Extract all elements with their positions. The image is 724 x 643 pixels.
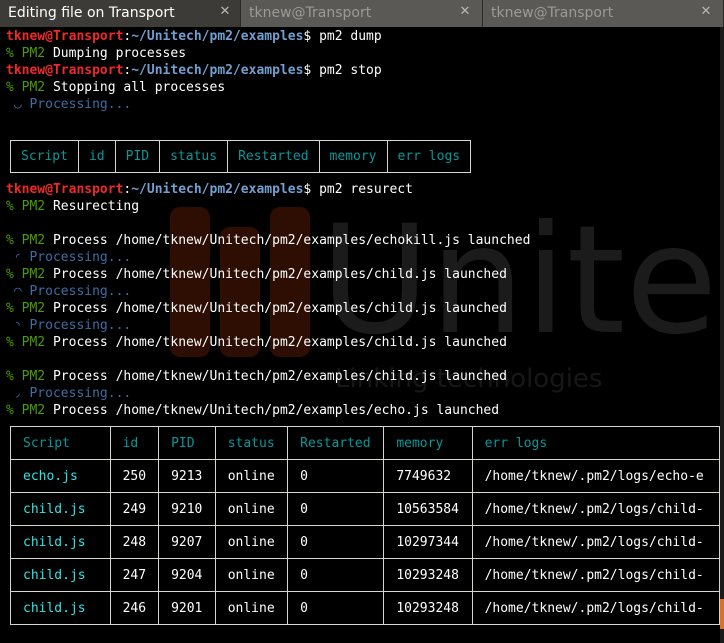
- status-cell: online: [214, 525, 289, 559]
- table-header-cell: id: [109, 426, 160, 460]
- table-header-cell: status: [214, 426, 289, 460]
- table-row: child.js 247 9204 online 0 10293248 /hom…: [10, 558, 720, 592]
- processing-line: ◡ Processing...: [6, 97, 132, 112]
- script-cell: child.js: [10, 525, 111, 559]
- id-cell: 246: [109, 591, 160, 625]
- tab-editing-file[interactable]: Editing file on Transport ✕: [0, 0, 241, 27]
- memory-cell: 10293248: [383, 558, 473, 592]
- tab-title: tknew@Transport: [249, 5, 372, 21]
- terminal-output[interactable]: Unite Linking technologies tknew@Transpo…: [0, 27, 720, 643]
- restarted-cell: 0: [287, 591, 385, 625]
- table-header-cell: status: [159, 140, 229, 173]
- err-logs-cell: /home/tknew/.pm2/logs/child-: [471, 591, 720, 625]
- tab-terminal-2[interactable]: tknew@Transport ✕: [483, 0, 724, 27]
- table-row: echo.js 250 9213 online 0 7749632 /home/…: [10, 459, 720, 493]
- processing-line: ◠ Processing...: [6, 284, 132, 299]
- status-cell: online: [214, 558, 289, 592]
- table-header-cell: Script: [10, 426, 111, 460]
- table-header-cell: memory: [318, 140, 388, 173]
- table-row: child.js 249 9210 online 0 10563584 /hom…: [10, 492, 720, 526]
- restarted-cell: 0: [287, 558, 385, 592]
- status-cell: online: [214, 459, 289, 493]
- restarted-cell: 0: [287, 525, 385, 559]
- table-header-cell: err logs: [471, 426, 720, 460]
- table-header-cell: memory: [383, 426, 473, 460]
- tab-terminal-1[interactable]: tknew@Transport ✕: [241, 0, 483, 27]
- err-logs-cell: /home/tknew/.pm2/logs/child-: [471, 492, 720, 526]
- output-line: % PM2 Process /home/tknew/Unitech/pm2/ex…: [6, 369, 507, 384]
- output-line: % PM2 Process /home/tknew/Unitech/pm2/ex…: [6, 335, 507, 350]
- close-icon[interactable]: ✕: [217, 4, 233, 20]
- prompt-line: tknew@Transport:~/Unitech/pm2/examples$ …: [6, 29, 382, 44]
- output-line: % PM2 Dumping processes: [6, 46, 187, 61]
- processing-line: ◝ Processing...: [6, 318, 132, 333]
- pid-cell: 9204: [158, 558, 216, 592]
- memory-cell: 7749632: [383, 459, 473, 493]
- script-cell: child.js: [10, 591, 111, 625]
- id-cell: 249: [109, 492, 160, 526]
- terminal-scrollbar[interactable]: [720, 27, 724, 643]
- close-icon[interactable]: ✕: [698, 4, 714, 20]
- err-logs-cell: /home/tknew/.pm2/logs/echo-e: [471, 459, 720, 493]
- table-row: child.js 246 9201 online 0 10293248 /hom…: [10, 591, 720, 625]
- processing-line: ◞ Processing...: [6, 386, 132, 401]
- prompt-line: tknew@Transport:~/Unitech/pm2/examples$ …: [6, 182, 413, 197]
- table-header-cell: id: [77, 140, 116, 173]
- processing-line: ◜ Processing...: [6, 250, 132, 265]
- tab-title: tknew@Transport: [491, 5, 614, 21]
- process-table: Script id PID status Restarted memory er…: [10, 426, 720, 625]
- output-line: % PM2 Process /home/tknew/Unitech/pm2/ex…: [6, 403, 500, 418]
- memory-cell: 10563584: [383, 492, 473, 526]
- pid-cell: 9213: [158, 459, 216, 493]
- restarted-cell: 0: [287, 459, 385, 493]
- id-cell: 250: [109, 459, 160, 493]
- output-line: % PM2 Process /home/tknew/Unitech/pm2/ex…: [6, 301, 507, 316]
- id-cell: 247: [109, 558, 160, 592]
- prompt-line: tknew@Transport:~/Unitech/pm2/examples$ …: [6, 63, 382, 78]
- table-header-cell: err logs: [386, 140, 472, 173]
- scrollbar-thumb[interactable]: [720, 599, 724, 629]
- script-cell: echo.js: [10, 459, 111, 493]
- script-cell: child.js: [10, 492, 111, 526]
- id-cell: 248: [109, 525, 160, 559]
- output-line: % PM2 Resurecting: [6, 199, 140, 214]
- process-table-empty: Script id PID status Restarted memory er…: [10, 140, 472, 173]
- table-header-cell: PID: [114, 140, 161, 173]
- pid-cell: 9210: [158, 492, 216, 526]
- err-logs-cell: /home/tknew/.pm2/logs/child-: [471, 525, 720, 559]
- table-header-cell: PID: [158, 426, 216, 460]
- output-line: % PM2 Process /home/tknew/Unitech/pm2/ex…: [6, 233, 531, 248]
- table-header-cell: Restarted: [287, 426, 385, 460]
- table-header-cell: Restarted: [227, 140, 320, 173]
- memory-cell: 10297344: [383, 525, 473, 559]
- pid-cell: 9207: [158, 525, 216, 559]
- table-row: child.js 248 9207 online 0 10297344 /hom…: [10, 525, 720, 559]
- pid-cell: 9201: [158, 591, 216, 625]
- script-cell: child.js: [10, 558, 111, 592]
- status-cell: online: [214, 591, 289, 625]
- close-icon[interactable]: ✕: [457, 4, 473, 20]
- status-cell: online: [214, 492, 289, 526]
- output-line: % PM2 Stopping all processes: [6, 80, 226, 95]
- table-header-cell: Script: [10, 140, 79, 173]
- tab-bar: Editing file on Transport ✕ tknew@Transp…: [0, 0, 724, 27]
- restarted-cell: 0: [287, 492, 385, 526]
- err-logs-cell: /home/tknew/.pm2/logs/child-: [471, 558, 720, 592]
- memory-cell: 10293248: [383, 591, 473, 625]
- tab-title: Editing file on Transport: [8, 5, 175, 21]
- output-line: % PM2 Process /home/tknew/Unitech/pm2/ex…: [6, 267, 507, 282]
